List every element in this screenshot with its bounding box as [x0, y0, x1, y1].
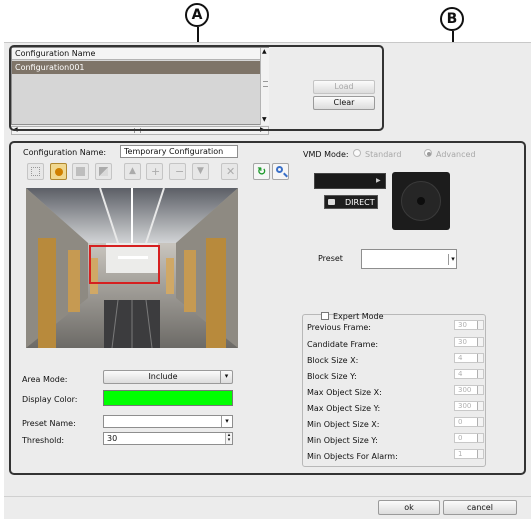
param-min-object-size-x-label: Min Object Size X: [307, 420, 380, 429]
callout-a-outline [9, 45, 384, 131]
param-min-objects-for-alarm-spinner[interactable]: 1 [454, 449, 484, 459]
param-block-size-x-label: Block Size X: [307, 356, 359, 365]
param-min-object-size-y-label: Min Object Size Y: [307, 436, 378, 445]
param-block-size-y-label: Block Size Y: [307, 372, 357, 381]
preset-label: Preset [318, 254, 343, 263]
area-mode-chevron-icon[interactable]: ▾ [220, 371, 232, 383]
callout-b: B [440, 7, 464, 31]
area-draw-tool-icon[interactable] [50, 163, 67, 180]
vmd-standard-label: Standard [365, 150, 402, 159]
direct-mode-icon [328, 199, 335, 205]
expert-mode-title: Expert Mode [333, 312, 384, 321]
threshold-label: Threshold: [22, 436, 65, 445]
remove-point-tool-icon[interactable]: − [169, 163, 186, 180]
direct-button-label: DIRECT [345, 198, 375, 207]
param-min-object-size-x-spinner[interactable]: 0 [454, 417, 484, 427]
refresh-tool-icon[interactable]: ↻ [253, 163, 270, 180]
copy-area-tool-icon[interactable] [72, 163, 89, 180]
footer-divider [4, 496, 531, 497]
threshold-value: 30 [107, 434, 118, 443]
grid-tool-icon[interactable] [27, 163, 44, 180]
move-down-tool-icon[interactable]: ▼ [192, 163, 209, 180]
ptz-zoom-slider[interactable]: ▶ [314, 173, 386, 189]
preset-name-dropdown[interactable]: ▾ [103, 415, 233, 428]
param-block-size-y-spinner[interactable]: 4 [454, 369, 484, 379]
preset-name-label: Preset Name: [22, 419, 76, 428]
move-up-tool-icon[interactable]: ▲ [124, 163, 141, 180]
slider-arrow-icon: ▶ [376, 177, 381, 184]
preset-dropdown[interactable]: ▾ [361, 249, 457, 269]
param-previous-frame-spinner[interactable]: 30 [454, 320, 484, 330]
expert-mode-checkbox[interactable] [321, 312, 329, 320]
ptz-direction-pad[interactable] [392, 172, 450, 230]
ptz-direct-button[interactable]: DIRECT [324, 195, 378, 209]
param-min-object-size-y-spinner[interactable]: 0 [454, 433, 484, 443]
vmd-advanced-radio[interactable] [424, 149, 432, 157]
param-candidate-frame-label: Candidate Frame: [307, 340, 379, 349]
display-color-swatch[interactable] [103, 390, 233, 406]
param-previous-frame-label: Previous Frame: [307, 323, 371, 332]
camera-preview[interactable] [26, 188, 238, 348]
area-mode-value: Include [148, 372, 178, 381]
chevron-down-icon[interactable]: ▾ [448, 254, 457, 265]
threshold-spinner[interactable]: 30 ▴ ▾ [103, 432, 233, 445]
callout-a: A [185, 3, 209, 27]
param-max-object-size-x-label: Max Object Size X: [307, 388, 382, 397]
vmd-advanced-label: Advanced [436, 150, 476, 159]
param-max-object-size-y-spinner[interactable]: 300 [454, 401, 484, 411]
ok-button[interactable]: ok [378, 500, 440, 515]
param-block-size-x-spinner[interactable]: 4 [454, 353, 484, 363]
param-candidate-frame-spinner[interactable]: 30 [454, 337, 484, 347]
area-mode-label: Area Mode: [22, 375, 68, 384]
vmd-mode-label: VMD Mode: [303, 150, 349, 159]
configuration-name-field[interactable]: Temporary Configuration [120, 145, 238, 158]
display-color-label: Display Color: [22, 395, 78, 404]
param-max-object-size-y-label: Max Object Size Y: [307, 404, 381, 413]
cancel-button[interactable]: cancel [443, 500, 517, 515]
area-mode-dropdown[interactable]: Include ▾ [103, 370, 233, 384]
zoom-tool-icon[interactable] [272, 163, 289, 180]
threshold-stepper-icon[interactable]: ▴ ▾ [225, 433, 232, 444]
param-min-objects-for-alarm-label: Min Objects For Alarm: [307, 452, 398, 461]
param-max-object-size-x-spinner[interactable]: 300 [454, 385, 484, 395]
preset-name-chevron-icon[interactable]: ▾ [221, 416, 232, 427]
delete-tool-icon[interactable]: ✕ [221, 163, 238, 180]
vmd-standard-radio[interactable] [353, 149, 361, 157]
edit-area-tool-icon[interactable] [95, 163, 112, 180]
add-point-tool-icon[interactable]: + [146, 163, 163, 180]
detection-area-box[interactable] [89, 245, 160, 284]
configuration-name-label: Configuration Name: [23, 148, 107, 157]
